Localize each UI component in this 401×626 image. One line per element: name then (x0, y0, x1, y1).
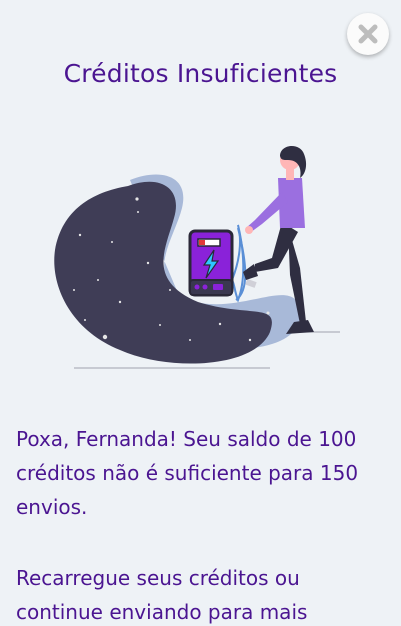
modal-title: Créditos Insuficientes (63, 59, 338, 88)
close-button[interactable] (347, 13, 389, 55)
message-paragraph-2: Recarregue seus créditos ou continue env… (16, 566, 308, 624)
message-paragraph-1: Poxa, Fernanda! Seu saldo de 100 crédito… (16, 427, 359, 519)
close-icon (357, 23, 379, 45)
woman-with-battery-illustration (50, 140, 350, 380)
insufficient-credits-modal: Créditos Insuficientes Poxa, Fernanda! S… (0, 0, 401, 626)
